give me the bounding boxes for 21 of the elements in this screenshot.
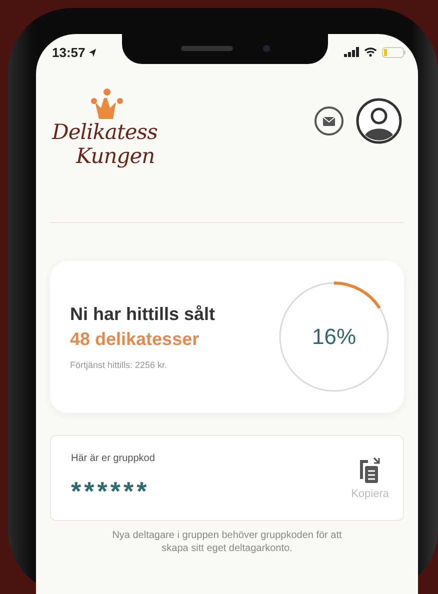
group-code-label: Här är er gruppkod <box>71 452 155 464</box>
sales-count: 48 delikatesser <box>70 329 200 350</box>
camera-icon <box>262 44 270 52</box>
logo-text: Delikatess <box>52 120 158 144</box>
group-code: ****** <box>71 478 151 504</box>
mail-icon[interactable] <box>314 106 344 136</box>
location-arrow-icon <box>88 48 98 56</box>
crown-icon <box>90 88 124 120</box>
copy-button[interactable]: Kopiera <box>351 456 389 500</box>
battery-icon <box>382 46 406 58</box>
speaker-icon <box>180 46 232 50</box>
wifi-icon <box>364 47 377 57</box>
logo-text: Kungen <box>76 144 155 168</box>
sales-title: Ni har hittills sålt <box>70 304 216 325</box>
status-time: 13:57 <box>52 44 98 60</box>
profile-avatar-icon[interactable] <box>356 98 402 144</box>
group-code-note: Nya deltagare i gruppen behöver gruppkoden för att skapa sitt eget deltagarkonto. <box>111 529 343 555</box>
progress-reading: 16% <box>310 324 358 350</box>
copy-icon <box>358 456 382 486</box>
signal-icon <box>344 47 359 57</box>
earnings-text: Förtjänst hittills: 2256 kr. <box>70 360 168 370</box>
